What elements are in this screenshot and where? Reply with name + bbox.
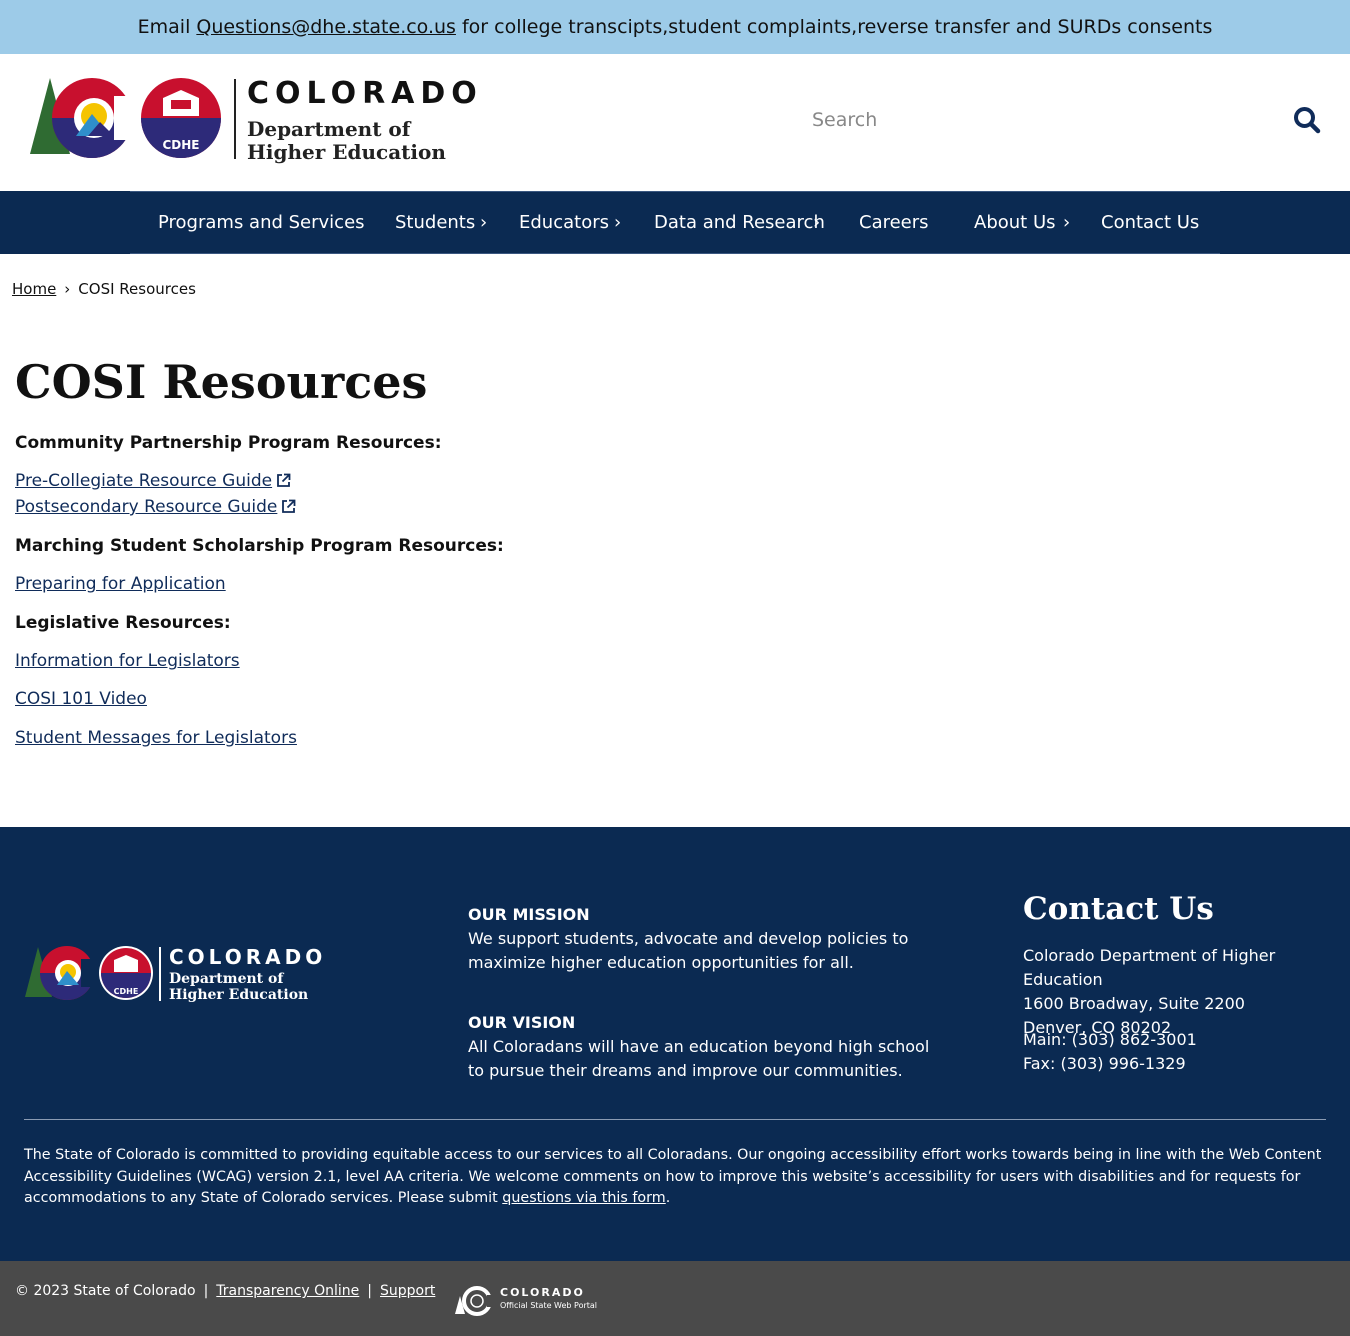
logo-state-name: COLORADO: [247, 76, 483, 111]
logo-badge-text: CDHE: [162, 138, 199, 152]
fax-number: Fax: (303) 996-1329: [1023, 1054, 1186, 1073]
footer-logo[interactable]: CDHE COLORADO Department of Higher Educa…: [25, 945, 335, 1007]
footer-mission: OUR MISSION We support students, advocat…: [468, 903, 908, 975]
breadcrumb: Home › COSI Resources: [12, 280, 196, 298]
footer-phones: Main: (303) 862-3001 Fax: (303) 996-1329: [1023, 1028, 1197, 1076]
nav-item-programs-and-services[interactable]: Programs and Services: [158, 212, 365, 233]
colorado-c-logo: CDHE: [30, 78, 221, 158]
chevron-right-icon[interactable]: ›: [480, 212, 487, 233]
external-link-icon: [277, 473, 291, 487]
community-partnership-heading: Community Partnership Program Resources:: [15, 433, 442, 453]
logo-dept-line2: Higher Education: [247, 140, 446, 164]
alert-banner: Email Questions@dhe.state.co.us for coll…: [0, 0, 1350, 54]
footer-vision: OUR VISION All Coloradans will have an e…: [468, 1011, 929, 1083]
legislative-heading: Legislative Resources:: [15, 613, 231, 633]
footer-divider: [24, 1119, 1326, 1120]
footer-logo-badge-text: CDHE: [114, 987, 139, 996]
pre-collegiate-guide-label: Pre-Collegiate Resource Guide: [15, 471, 273, 491]
portal-subtitle: Official State Web Portal: [500, 1301, 598, 1310]
chevron-right-icon[interactable]: ›: [813, 212, 820, 233]
footer-logo-dept-line1: Department of: [169, 971, 284, 987]
colorado-c-logo: CDHE: [25, 946, 153, 1000]
footer-contact-title: Contact Us: [1023, 891, 1214, 927]
chevron-right-icon[interactable]: ›: [614, 212, 621, 233]
bottom-links: © 2023 State of Colorado | Transparency On…: [15, 1283, 435, 1299]
nav-item-careers[interactable]: Careers: [859, 212, 929, 233]
mission-line-1: We support students, advocate and develo…: [468, 929, 909, 948]
breadcrumb-separator: ›: [64, 280, 71, 298]
search-icon: [1294, 106, 1321, 133]
breadcrumb-current: COSI Resources: [78, 280, 196, 298]
postsecondary-guide-label: Postsecondary Resource Guide: [15, 497, 278, 517]
logo-department-name: Department of Higher Education: [247, 118, 446, 164]
support-link[interactable]: Support: [380, 1283, 435, 1299]
portal-state-name: COLORADO: [500, 1286, 585, 1299]
search-button[interactable]: [1290, 104, 1324, 138]
alert-suffix: for college transcipts,student complaint…: [461, 16, 1213, 38]
logo-divider: [234, 79, 236, 159]
alert-prefix: Email: [137, 16, 191, 38]
nav-item-educators[interactable]: Educators: [519, 212, 609, 233]
external-link-icon: [282, 499, 296, 513]
alert-email-link[interactable]: Questions@dhe.state.co.us: [196, 16, 456, 38]
nav-inner: Programs and Services Students › Educato…: [130, 191, 1220, 254]
footer-address: Colorado Department of Higher Education …: [1023, 944, 1350, 1040]
vision-line-1: All Coloradans will have an education be…: [468, 1037, 930, 1056]
site-footer: CDHE COLORADO Department of Higher Educa…: [0, 827, 1350, 1261]
accessibility-statement: The State of Colorado is committed to pr…: [24, 1145, 1324, 1210]
scholarship-program-heading: Marching Student Scholarship Program Res…: [15, 536, 504, 556]
mission-line-2: maximize higher education opportunities …: [468, 953, 854, 972]
site-header: CDHE COLORADO Department of Higher Educa…: [0, 54, 1350, 191]
bottom-bar: © 2023 State of Colorado | Transparency On…: [0, 1261, 1350, 1336]
student-messages-link[interactable]: Student Messages for Legislators: [15, 728, 297, 748]
accessibility-text: The State of Colorado is committed to pr…: [24, 1147, 1322, 1206]
preparing-application-link[interactable]: Preparing for Application: [15, 574, 226, 594]
info-legislators-link[interactable]: Information for Legislators: [15, 651, 240, 671]
footer-logo-state-name: COLORADO: [169, 945, 327, 969]
address-line-2: 1600 Broadway, Suite 2200: [1023, 994, 1245, 1013]
accessibility-form-link[interactable]: questions via this form: [502, 1190, 665, 1206]
nav-item-contact-us[interactable]: Contact Us: [1101, 212, 1199, 233]
logo-dept-line1: Department of: [247, 117, 411, 141]
footer-logo-dept-line2: Higher Education: [169, 987, 309, 1003]
bottom-separator: |: [203, 1283, 209, 1299]
main-phone[interactable]: Main: (303) 862-3001: [1023, 1028, 1197, 1052]
postsecondary-guide-link[interactable]: Postsecondary Resource Guide: [15, 497, 296, 517]
search-input[interactable]: [800, 102, 1270, 138]
copyright-text: © 2023 State of Colorado: [15, 1283, 196, 1299]
site-logo[interactable]: CDHE COLORADO Department of Higher Educa…: [30, 76, 490, 166]
breadcrumb-home-link[interactable]: Home: [12, 280, 56, 298]
vision-heading: OUR VISION: [468, 1013, 576, 1032]
pre-collegiate-guide-link[interactable]: Pre-Collegiate Resource Guide: [15, 471, 291, 491]
nav-item-students[interactable]: Students: [395, 212, 475, 233]
address-line-1: Colorado Department of Higher Education: [1023, 946, 1276, 989]
vision-line-2: to pursue their dreams and improve our c…: [468, 1061, 903, 1080]
nav-item-data-and-research[interactable]: Data and Research: [654, 212, 825, 233]
colorado-portal-icon: [455, 1286, 495, 1316]
transparency-online-link[interactable]: Transparency Online: [216, 1283, 359, 1299]
bottom-separator: |: [367, 1283, 373, 1299]
footer-logo-department-name: Department of Higher Education: [169, 971, 308, 1003]
accessibility-end: .: [665, 1190, 671, 1206]
footer-logo-divider: [159, 947, 161, 1001]
page-title: COSI Resources: [15, 355, 428, 409]
nav-item-about-us[interactable]: About Us: [974, 212, 1056, 233]
main-navigation: Programs and Services Students › Educato…: [0, 191, 1350, 254]
chevron-right-icon[interactable]: ›: [1063, 212, 1070, 233]
mission-heading: OUR MISSION: [468, 905, 590, 924]
state-portal-logo[interactable]: COLORADO Official State Web Portal: [455, 1286, 605, 1316]
cosi-101-video-link[interactable]: COSI 101 Video: [15, 689, 147, 709]
